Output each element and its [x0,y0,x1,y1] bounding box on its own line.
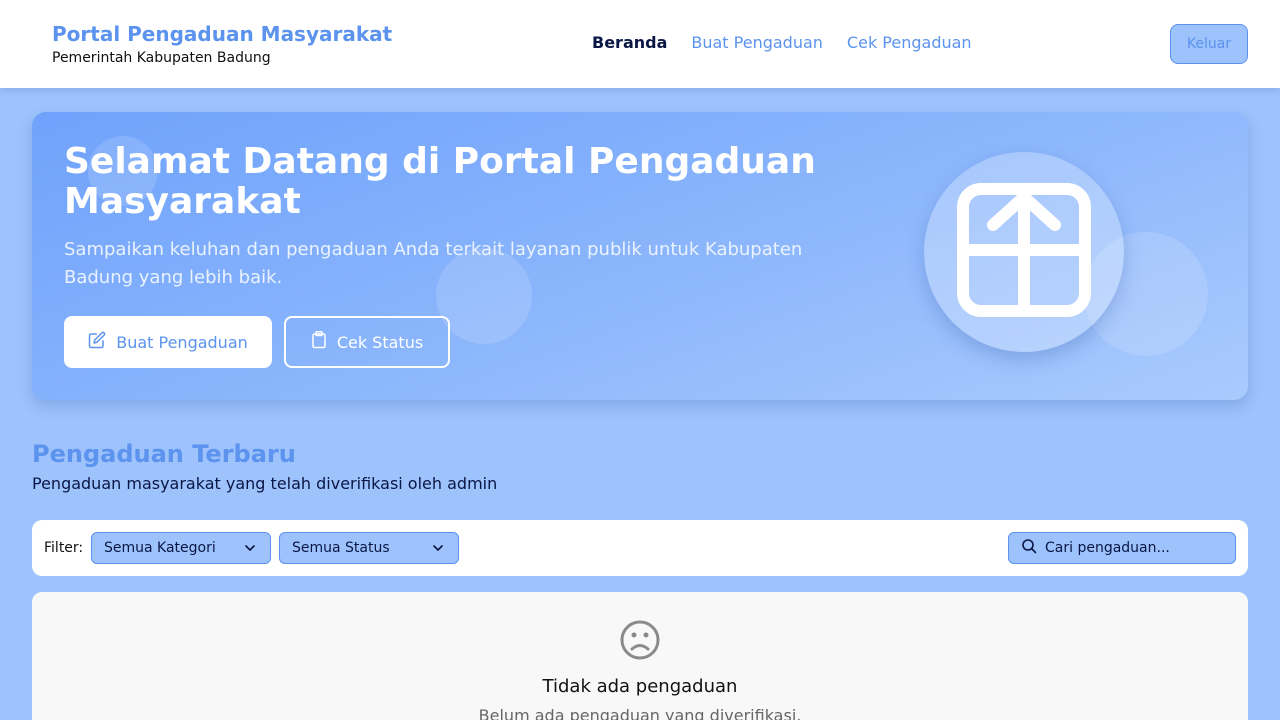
check-status-button[interactable]: Cek Status [284,316,450,368]
empty-state-subtitle: Belum ada pengaduan yang diverifikasi. [478,706,802,720]
brand-title[interactable]: Portal Pengaduan Masyarakat [52,22,392,46]
section-subtitle: Pengaduan masyarakat yang telah diverifi… [32,474,498,493]
create-complaint-button[interactable]: Buat Pengaduan [64,316,272,368]
nav-item-buat-pengaduan[interactable]: Buat Pengaduan [691,33,823,52]
empty-state-title: Tidak ada pengaduan [542,676,738,697]
category-select[interactable]: Semua Kategori [91,532,271,564]
sad-face-icon [620,620,660,664]
nav-item-beranda[interactable]: Beranda [592,33,667,52]
brand-subtitle: Pemerintah Kabupaten Badung [52,50,271,66]
edit-icon [88,331,106,353]
hero-banner: Selamat Datang di Portal Pengaduan Masya… [32,112,1248,400]
search-input[interactable] [1045,540,1225,556]
status-selected-value: Semua Status [292,540,390,556]
nav-item-cek-pengaduan[interactable]: Cek Pengaduan [847,33,972,52]
hero-title: Selamat Datang di Portal Pengaduan Masya… [64,141,816,222]
search-box [1008,532,1236,564]
hero-description: Sampaikan keluhan dan pengaduan Anda ter… [64,239,803,288]
status-select[interactable]: Semua Status [279,532,459,564]
section-title: Pengaduan Terbaru [32,440,296,468]
filter-bar: Filter: Semua Kategori Semua Status [32,520,1248,576]
filter-label: Filter: [44,540,84,556]
create-complaint-label: Buat Pengaduan [116,332,248,352]
category-selected-value: Semua Kategori [104,540,216,556]
top-header: Portal Pengaduan Masyarakat Pemerintah K… [0,0,1280,88]
package-icon [957,183,1091,321]
main-nav: Beranda Buat Pengaduan Cek Pengaduan [592,33,972,52]
chevron-down-icon [244,542,256,558]
check-status-label: Cek Status [336,332,424,352]
search-icon [1021,538,1037,558]
logout-button[interactable]: Keluar [1170,24,1248,64]
clipboard-icon [311,331,327,353]
hero-illustration [924,152,1124,352]
chevron-down-icon [432,542,444,558]
empty-state: Tidak ada pengaduan Belum ada pengaduan … [32,592,1248,720]
